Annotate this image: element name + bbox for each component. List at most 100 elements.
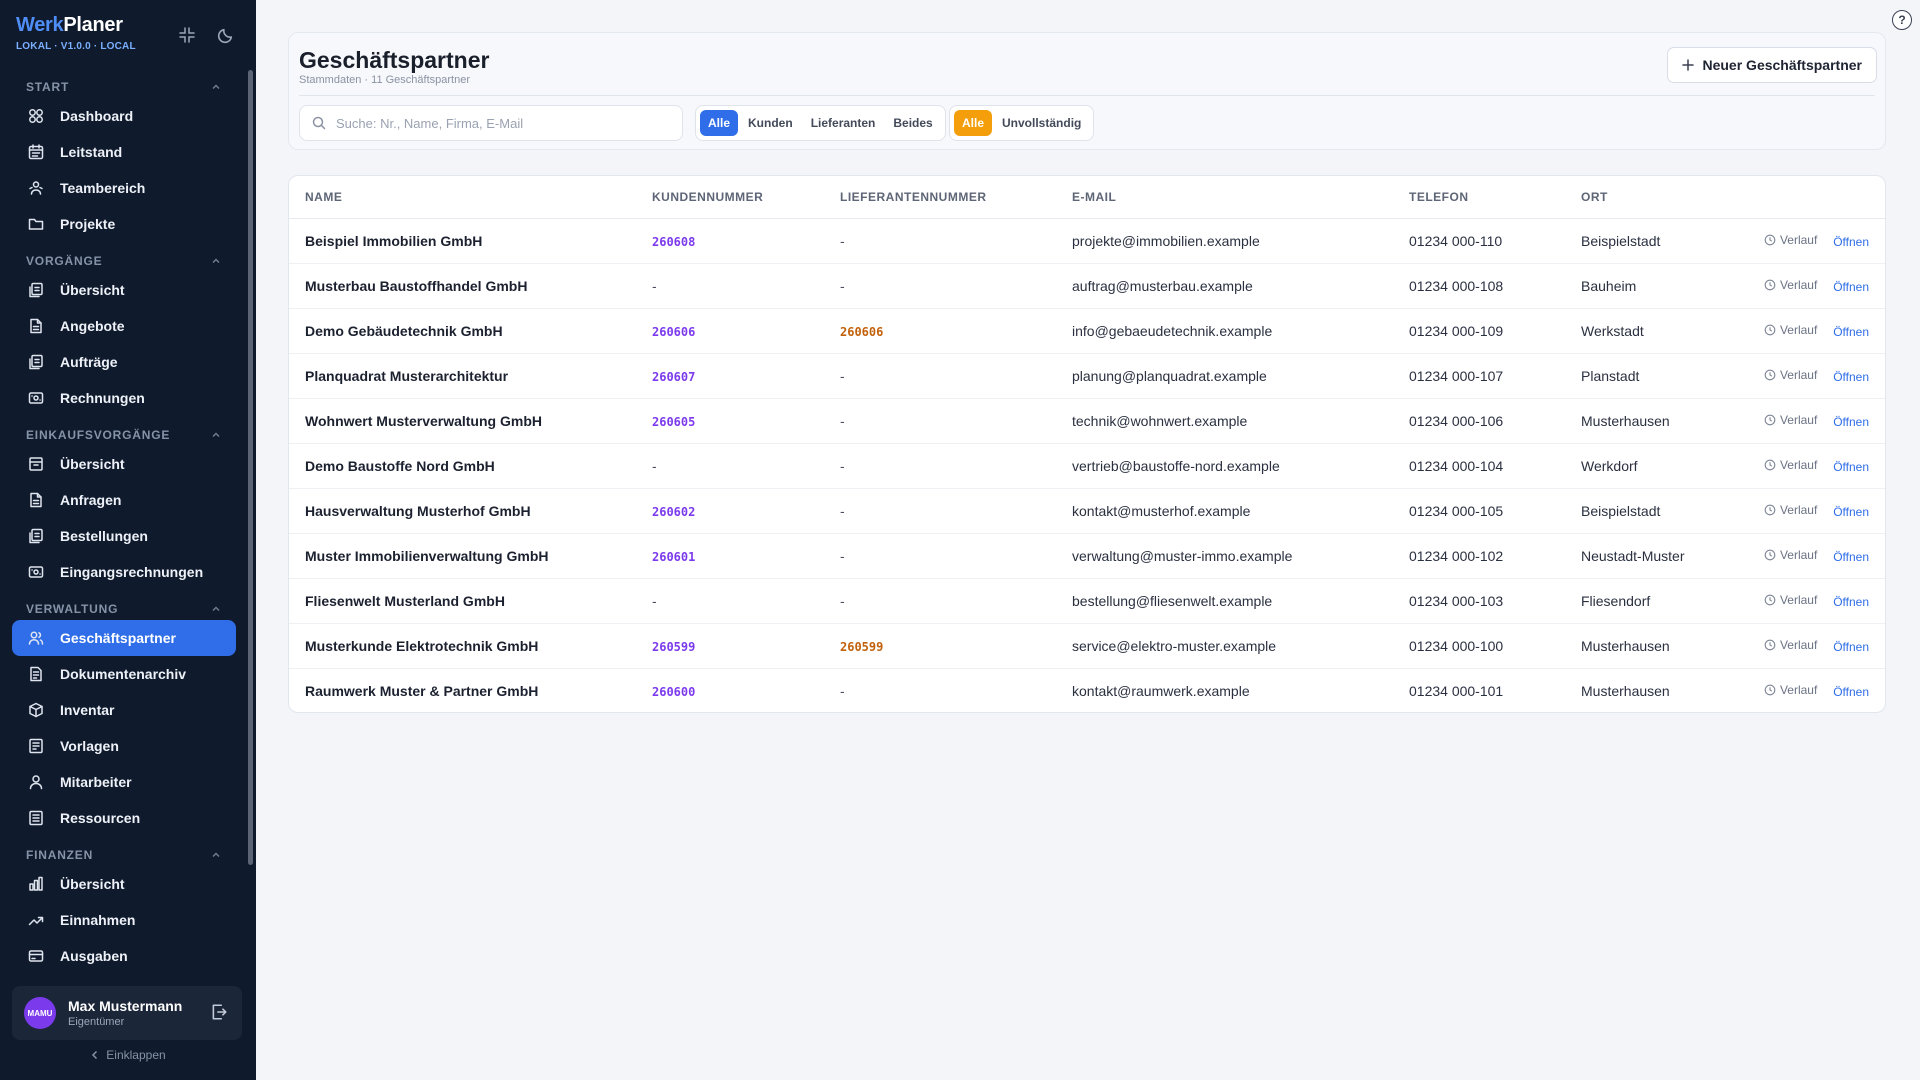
open-button[interactable]: Öffnen: [1833, 460, 1869, 474]
document-icon: [28, 491, 46, 509]
partner-name: Planquadrat Musterarchitektur: [289, 353, 636, 399]
phone-cell: 01234 000-110: [1393, 218, 1565, 264]
table-row[interactable]: Wohnwert Musterverwaltung GmbH 260605 - …: [289, 398, 1885, 444]
section-finanzen[interactable]: FINANZEN: [12, 844, 236, 866]
city-cell: Musterhausen: [1565, 398, 1715, 444]
table-row[interactable]: Muster Immobilienverwaltung GmbH 260601 …: [289, 533, 1885, 579]
sidebar-item-einkaufsvorgange-ubersicht[interactable]: Übersicht: [12, 446, 236, 482]
filter-all[interactable]: Alle: [700, 110, 739, 136]
column-header-name[interactable]: NAME: [289, 176, 636, 219]
history-button[interactable]: Verlauf: [1764, 638, 1817, 652]
table-row[interactable]: Raumwerk Muster & Partner GmbH 260600 - …: [289, 668, 1885, 712]
logout-icon[interactable]: [210, 1003, 230, 1023]
sidebar-item-start-projekte[interactable]: Projekte: [12, 206, 236, 242]
section-vorgange[interactable]: VORGÄNGE: [12, 250, 236, 272]
history-button[interactable]: Verlauf: [1764, 548, 1817, 562]
history-button[interactable]: Verlauf: [1764, 683, 1817, 697]
open-button[interactable]: Öffnen: [1833, 370, 1869, 384]
table-row[interactable]: Demo Baustoffe Nord GmbH - - vertrieb@ba…: [289, 443, 1885, 489]
open-button[interactable]: Öffnen: [1833, 325, 1869, 339]
open-button[interactable]: Öffnen: [1833, 415, 1869, 429]
collapse-sidebar-button[interactable]: Einklappen: [0, 1048, 256, 1062]
dark-mode-icon[interactable]: [214, 24, 236, 46]
status-filter-all[interactable]: Alle: [954, 110, 993, 136]
table-row[interactable]: Musterbau Baustoffhandel GmbH - - auftra…: [289, 263, 1885, 309]
new-partner-button[interactable]: Neuer Geschäftspartner: [1667, 47, 1877, 83]
section-verwaltung[interactable]: VERWALTUNG: [12, 598, 236, 620]
sidebar-item-label: Rechnungen: [60, 390, 145, 406]
file-text-icon: [28, 665, 46, 683]
calendar-icon: [28, 143, 46, 161]
avatar: MAMU: [24, 997, 56, 1029]
section-einkaufsvorgange[interactable]: EINKAUFSVORGÄNGE: [12, 424, 236, 446]
column-header-phone[interactable]: TELEFON: [1393, 176, 1565, 219]
row-actions: Verlauf Öffnen: [1715, 353, 1885, 399]
open-button[interactable]: Öffnen: [1833, 595, 1869, 609]
sidebar-item-label: Dokumentenarchiv: [60, 666, 187, 682]
sidebar-item-finanzen-ausgaben[interactable]: Ausgaben: [12, 938, 236, 974]
customer-number-cell: 260608: [636, 218, 824, 264]
sidebar-item-verwaltung-mitarbeiter[interactable]: Mitarbeiter: [12, 764, 236, 800]
open-button[interactable]: Öffnen: [1833, 685, 1869, 699]
history-button[interactable]: Verlauf: [1764, 593, 1817, 607]
phone-cell: 01234 000-104: [1393, 443, 1565, 489]
sidebar-scrollbar[interactable]: [248, 70, 253, 865]
sidebar-item-verwaltung-inventar[interactable]: Inventar: [12, 692, 236, 728]
sidebar-item-finanzen-ubersicht[interactable]: Übersicht: [12, 866, 236, 902]
section-start[interactable]: START: [12, 76, 236, 98]
sidebar-item-vorgange-auftrage[interactable]: Aufträge: [12, 344, 236, 380]
open-button[interactable]: Öffnen: [1833, 505, 1869, 519]
sidebar-item-einkaufsvorgange-bestellungen[interactable]: Bestellungen: [12, 518, 236, 554]
sidebar-item-vorgange-ubersicht[interactable]: Übersicht: [12, 272, 236, 308]
help-icon[interactable]: ?: [1892, 10, 1912, 30]
history-button[interactable]: Verlauf: [1764, 368, 1817, 382]
phone-cell: 01234 000-107: [1393, 353, 1565, 399]
filter-customers[interactable]: Kunden: [740, 110, 801, 136]
column-header-city[interactable]: ORT: [1565, 176, 1715, 219]
search-input[interactable]: [336, 115, 666, 131]
column-header-email[interactable]: E-MAIL: [1056, 176, 1393, 219]
sidebar-item-einkaufsvorgange-anfragen[interactable]: Anfragen: [12, 482, 236, 518]
status-filter-incomplete[interactable]: Unvollständig: [994, 110, 1089, 136]
supplier-number-cell: 260606: [824, 308, 1056, 354]
compact-view-icon[interactable]: [176, 24, 198, 46]
brand[interactable]: WerkPlaner LOKAL · V1.0.0 · LOCAL: [16, 14, 136, 52]
table-row[interactable]: Planquadrat Musterarchitektur 260607 - p…: [289, 353, 1885, 399]
search-field[interactable]: [299, 105, 683, 141]
column-header-customer-number[interactable]: KUNDENNUMMER: [636, 176, 824, 219]
sidebar-item-start-leitstand[interactable]: Leitstand: [12, 134, 236, 170]
history-button[interactable]: Verlauf: [1764, 323, 1817, 337]
history-button[interactable]: Verlauf: [1764, 503, 1817, 517]
sidebar-item-label: Ausgaben: [60, 948, 128, 964]
table-row[interactable]: Beispiel Immobilien GmbH 260608 - projek…: [289, 218, 1885, 264]
column-header-supplier-number[interactable]: LIEFERANTENNUMMER: [824, 176, 1056, 219]
sidebar-item-vorgange-angebote[interactable]: Angebote: [12, 308, 236, 344]
sidebar-item-vorgange-rechnungen[interactable]: Rechnungen: [12, 380, 236, 416]
history-button[interactable]: Verlauf: [1764, 233, 1817, 247]
filter-suppliers[interactable]: Lieferanten: [803, 110, 884, 136]
history-button[interactable]: Verlauf: [1764, 413, 1817, 427]
filter-both[interactable]: Beides: [885, 110, 940, 136]
table-row[interactable]: Hausverwaltung Musterhof GmbH 260602 - k…: [289, 488, 1885, 534]
customer-number: 260608: [652, 234, 696, 249]
open-button[interactable]: Öffnen: [1833, 550, 1869, 564]
open-button[interactable]: Öffnen: [1833, 640, 1869, 654]
sidebar-item-einkaufsvorgange-eingangsrechnungen[interactable]: Eingangsrechnungen: [12, 554, 236, 590]
table-row[interactable]: Fliesenwelt Musterland GmbH - - bestellu…: [289, 578, 1885, 624]
sidebar-item-start-teambereich[interactable]: Teambereich: [12, 170, 236, 206]
table-row[interactable]: Demo Gebäudetechnik GmbH 260606 260606 i…: [289, 308, 1885, 354]
user-card[interactable]: MAMU Max Mustermann Eigentümer: [12, 986, 242, 1040]
sidebar-item-verwaltung-vorlagen[interactable]: Vorlagen: [12, 728, 236, 764]
sidebar-item-verwaltung-ressourcen[interactable]: Ressourcen: [12, 800, 236, 836]
sidebar-item-start-dashboard[interactable]: Dashboard: [12, 98, 236, 134]
history-button[interactable]: Verlauf: [1764, 458, 1817, 472]
sidebar-item-finanzen-einnahmen[interactable]: Einnahmen: [12, 902, 236, 938]
open-button[interactable]: Öffnen: [1833, 235, 1869, 249]
sidebar-item-verwaltung-dokumentenarchiv[interactable]: Dokumentenarchiv: [12, 656, 236, 692]
receipt-icon: [28, 563, 46, 581]
table-row[interactable]: Musterkunde Elektrotechnik GmbH 260599 2…: [289, 623, 1885, 669]
sidebar-item-verwaltung-geschaftspartner[interactable]: Geschäftspartner: [12, 620, 236, 656]
history-button[interactable]: Verlauf: [1764, 278, 1817, 292]
phone-cell: 01234 000-101: [1409, 682, 1504, 699]
open-button[interactable]: Öffnen: [1833, 280, 1869, 294]
